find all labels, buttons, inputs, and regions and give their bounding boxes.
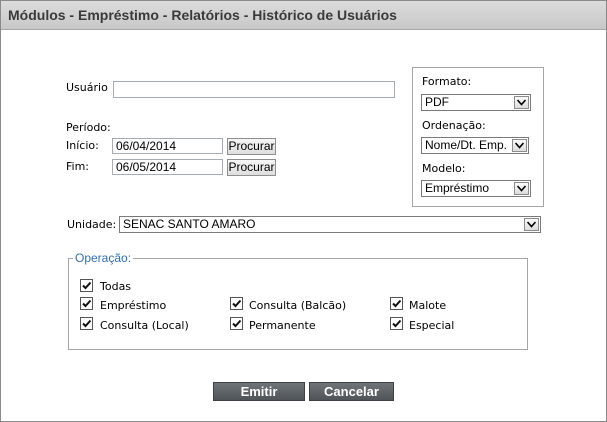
checkbox-especial[interactable] xyxy=(390,317,403,330)
fim-procurar-button[interactable]: Procurar xyxy=(227,159,276,176)
unidade-value: SENAC SANTO AMARO xyxy=(123,217,256,231)
checkbox-label-consulta-local: Consulta (Local) xyxy=(100,319,189,332)
ordenacao-value: Nome/Dt. Emp. xyxy=(425,138,508,152)
periodo-label: Período: xyxy=(66,121,111,134)
chevron-down-icon xyxy=(512,139,527,152)
page-title: Módulos - Empréstimo - Relatórios - Hist… xyxy=(8,7,397,23)
checkbox-consulta-local[interactable] xyxy=(80,317,93,330)
checkbox-label-malote: Malote xyxy=(409,299,447,312)
chevron-down-icon xyxy=(524,218,539,231)
checkbox-emprestimo[interactable] xyxy=(80,297,93,310)
unidade-label: Unidade: xyxy=(67,218,117,231)
unidade-select[interactable]: SENAC SANTO AMARO xyxy=(119,216,541,233)
formato-value: PDF xyxy=(425,95,449,109)
checkbox-consulta-balcao[interactable] xyxy=(230,297,243,310)
ordenacao-select[interactable]: Nome/Dt. Emp. xyxy=(421,137,529,154)
formato-label: Formato: xyxy=(422,75,472,88)
ordenacao-label: Ordenação: xyxy=(422,119,486,132)
inicio-procurar-button[interactable]: Procurar xyxy=(227,138,276,155)
modelo-label: Modelo: xyxy=(422,162,466,175)
checkbox-label-todas: Todas xyxy=(100,280,132,293)
checkbox-permanente[interactable] xyxy=(230,317,243,330)
inicio-label: Início: xyxy=(66,139,99,152)
formato-select[interactable]: PDF xyxy=(421,94,531,111)
checkbox-label-consulta-balcao: Consulta (Balcão) xyxy=(249,299,347,312)
chevron-down-icon xyxy=(514,182,529,195)
usuario-input[interactable] xyxy=(113,81,395,98)
inicio-date-input[interactable]: 06/04/2014 xyxy=(112,138,223,154)
emitir-button[interactable]: Emitir xyxy=(213,382,305,401)
checkbox-label-emprestimo: Empréstimo xyxy=(100,299,167,312)
checkbox-malote[interactable] xyxy=(390,297,403,310)
fim-date-input[interactable]: 06/05/2014 xyxy=(112,159,223,175)
checkbox-label-especial: Especial xyxy=(409,319,455,332)
checkbox-label-permanente: Permanente xyxy=(249,319,316,332)
chevron-down-icon xyxy=(514,96,529,109)
title-bar: Módulos - Empréstimo - Relatórios - Hist… xyxy=(1,1,606,30)
usuario-label: Usuário xyxy=(66,81,108,94)
operacao-legend: Operação: xyxy=(73,251,134,265)
checkbox-todas[interactable] xyxy=(80,279,93,292)
fim-label: Fim: xyxy=(66,160,90,173)
modelo-select[interactable]: Empréstimo xyxy=(421,180,531,197)
modelo-value: Empréstimo xyxy=(425,181,490,195)
cancelar-button[interactable]: Cancelar xyxy=(309,382,394,401)
report-window: Módulos - Empréstimo - Relatórios - Hist… xyxy=(0,0,607,422)
